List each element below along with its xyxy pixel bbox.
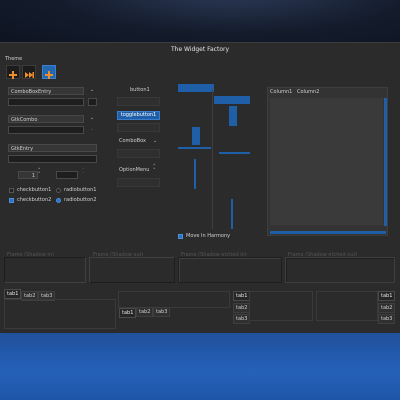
vscrollbar-thumb-small[interactable] — [194, 159, 196, 189]
treeview-body[interactable] — [270, 98, 383, 225]
updown-icon[interactable]: ˄ ˅ — [153, 165, 156, 174]
gtkentry-field[interactable]: GtkEntry — [8, 144, 97, 152]
notebook-left-pane — [249, 291, 313, 321]
notebook-left-tab1[interactable]: tab1 — [233, 291, 251, 301]
spinbutton-field-disabled — [56, 171, 78, 179]
move-in-harmony-label: Move In Harmony — [186, 233, 231, 239]
desktop-background-top — [0, 0, 400, 44]
notebook-bottom-tab3[interactable]: tab3 — [153, 307, 171, 317]
spin-arrows-icon[interactable]: ˄ ˅ — [38, 169, 41, 178]
frame-shadow-out — [89, 257, 175, 283]
checkbutton2-label: checkbutton2 — [17, 197, 52, 203]
hscrollbar-thumb-left[interactable] — [178, 147, 211, 149]
hscale-middle-thumb[interactable] — [214, 96, 250, 104]
combobox-disabled — [117, 149, 160, 158]
gtkcombo-text: GtkCombo — [11, 117, 38, 123]
comboboxentry-field[interactable]: ComboBoxEntry — [8, 87, 84, 95]
notebook-right-tab3[interactable]: tab3 — [378, 314, 396, 324]
window-title: The Widget Factory — [170, 46, 230, 53]
vscrollbar-thumb-left[interactable] — [192, 127, 200, 145]
spin-arrows-icon: ˄ ˅ — [82, 168, 85, 178]
gtkentry-text: GtkEntry — [11, 146, 34, 152]
radiobutton1-label: radiobutton1 — [64, 187, 97, 193]
media-next-icon — [25, 72, 34, 78]
add-icon — [45, 71, 53, 79]
gtkcombo-field[interactable]: GtkCombo — [8, 115, 84, 123]
comboboxentry-field-disabled — [8, 98, 84, 106]
togglebutton1[interactable]: togglebutton1 — [117, 111, 160, 120]
radiobutton1-circle[interactable] — [56, 188, 61, 193]
gtkentry-field-disabled — [8, 155, 97, 163]
notebook-right-pane — [316, 291, 378, 321]
hscale-top-thumb[interactable] — [178, 84, 214, 92]
toolbar-add-button-active[interactable] — [42, 65, 56, 79]
optionmenu-label[interactable]: OptionMenu — [119, 167, 149, 173]
vscale-thumb[interactable] — [229, 106, 237, 126]
button-disabled — [117, 97, 160, 106]
notebook-bottom-tab2[interactable]: tab2 — [136, 307, 154, 317]
add-icon — [9, 71, 17, 79]
checkbutton1-label: checkbutton1 — [17, 187, 52, 193]
optionmenu-disabled — [117, 178, 160, 187]
chevron-down-icon: ⌄ — [90, 126, 95, 132]
checkbutton1-box[interactable] — [9, 188, 14, 193]
checkbutton2-box[interactable] — [9, 198, 14, 203]
column1-header[interactable]: Column1 — [270, 89, 292, 95]
notebook-bottom-tab1[interactable]: tab1 — [119, 308, 137, 318]
desktop-background-bottom — [0, 330, 400, 400]
notebook-left-tab3[interactable]: tab3 — [233, 314, 251, 324]
treeview-hscrollbar[interactable] — [270, 231, 386, 234]
hscrollbar-thumb-right[interactable] — [219, 152, 250, 154]
togglebutton1-label: togglebutton1 — [120, 112, 157, 118]
togglebutton-disabled — [117, 123, 160, 132]
chevron-down-icon[interactable]: ⌄ — [90, 115, 94, 121]
notebook-bottom-pane — [118, 291, 230, 308]
spinbutton-value: 1 — [31, 173, 35, 179]
combobox-label[interactable]: ComboBox — [119, 138, 146, 144]
frame-shadow-etched-out — [285, 257, 395, 283]
notebook-right-tab2[interactable]: tab2 — [378, 303, 396, 313]
toolbar-next-button[interactable] — [22, 65, 36, 79]
radiobutton2-label: radiobutton2 — [64, 197, 97, 203]
divider — [212, 89, 213, 229]
spinbutton-field[interactable]: 1 — [18, 171, 38, 179]
comboboxentry-text: ComboBoxEntry — [11, 89, 52, 95]
vscrollbar-thumb-right[interactable] — [231, 199, 233, 229]
notebook-top-pane — [4, 299, 116, 329]
frame-shadow-etched-in — [178, 257, 282, 283]
chevron-down-icon[interactable]: ⌄ — [90, 87, 94, 93]
treeview[interactable]: Column1 Column2 — [267, 87, 388, 236]
move-in-harmony-check[interactable] — [178, 234, 183, 239]
widget-factory-window: The Widget Factory Theme ComboBoxEntry ⌄… — [0, 42, 400, 333]
treeview-vscrollbar[interactable] — [384, 98, 387, 226]
frame-shadow-in — [4, 257, 86, 283]
radiobutton2-circle[interactable] — [56, 198, 61, 203]
gtkcombo-field-disabled — [8, 126, 84, 134]
toolbar-add-button[interactable] — [6, 65, 20, 79]
notebook-top-tab1[interactable]: tab1 — [4, 289, 22, 299]
column2-header[interactable]: Column2 — [297, 89, 319, 95]
button1-label: button1 — [130, 87, 150, 93]
chevron-down-icon[interactable]: ⌄ — [153, 138, 157, 144]
theme-label: Theme — [5, 56, 23, 62]
notebook-left-tab2[interactable]: tab2 — [233, 303, 251, 313]
notebook-right-tab1[interactable]: tab1 — [378, 291, 396, 301]
comboboxentry-button-disabled — [88, 98, 97, 106]
